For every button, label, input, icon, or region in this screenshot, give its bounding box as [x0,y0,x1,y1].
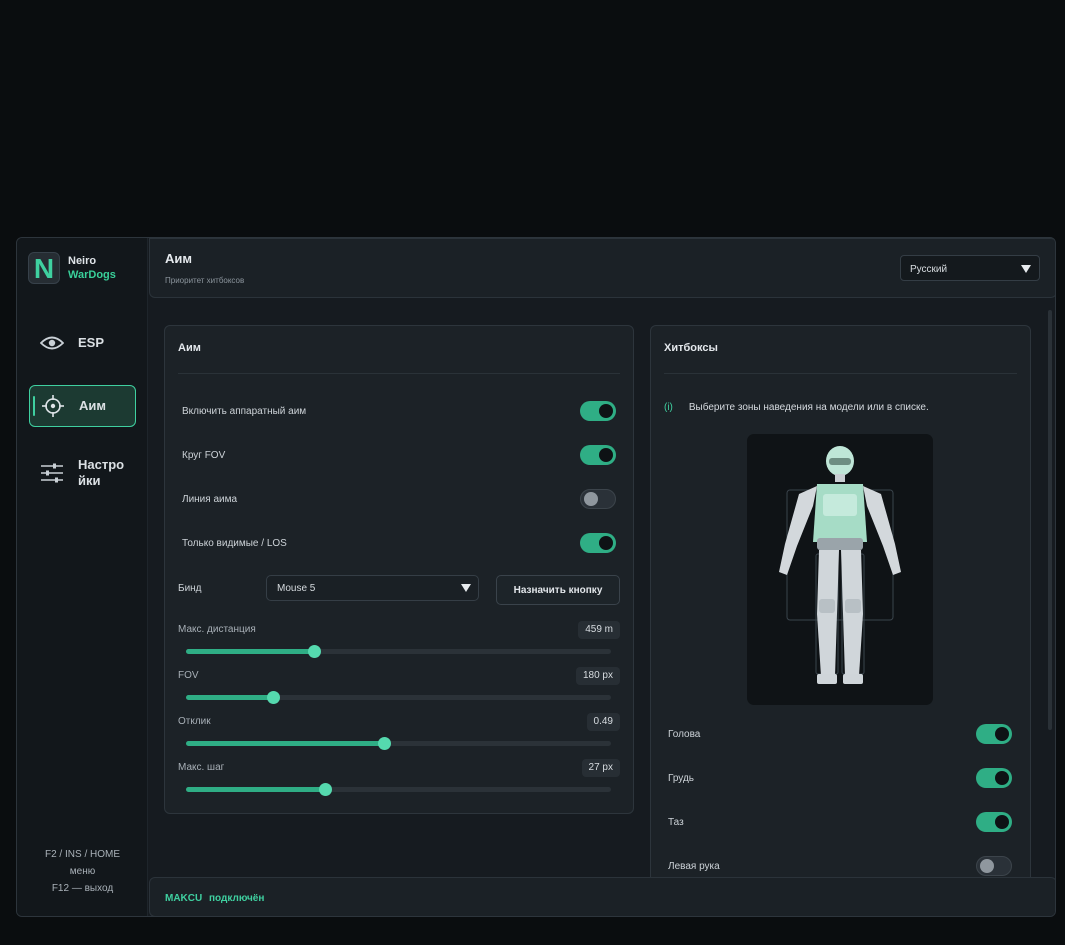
divider [178,373,620,374]
response-slider[interactable] [186,737,611,750]
slider-thumb[interactable] [267,691,281,704]
info-hint: (i) Выберите зоны наведения на модели или… [664,402,929,413]
slider-thumb[interactable] [319,783,333,796]
brand-line2: WarDogs [68,269,116,281]
divider [664,373,1017,374]
device-name: MAKCU [165,893,203,904]
info-text: Выберите зоны наведения на модели или в … [688,402,929,413]
hitbox-head-toggle[interactable] [976,724,1012,744]
sidebar-item-aim[interactable]: Аим [29,385,136,427]
slider-value: 27 px [581,759,620,777]
panel-title: Аим [178,342,201,354]
sidebar-item-label: ESP [78,335,105,350]
hotkey-hint: F12 — выход [51,883,114,894]
logo-mark: N [28,252,60,284]
sidebar-item-esp[interactable]: ESP [29,322,136,364]
slider-thumb[interactable] [307,645,321,658]
hitbox-pelvis-toggle[interactable] [976,812,1012,832]
bind-select[interactable]: Mouse 5 [266,575,479,601]
info-icon: (i) [664,402,673,413]
fov-slider[interactable] [186,691,611,704]
slider-label: FOV [178,670,199,681]
page-subtitle: Приоритет хитбоксов [165,276,245,285]
slider-value: 459 m [578,621,620,639]
header: Аим Приоритет хитбоксов Русский [149,238,1055,298]
scrollbar[interactable] [1048,310,1052,730]
sidebar: N Neiro WarDogs ESP Аим Настро йки F2 / … [17,238,148,916]
visible-only-toggle[interactable] [580,533,616,553]
hotkey-hints: F2 / INS / HOME меню F12 — выход [17,846,148,897]
hitbox-left-arm-toggle[interactable] [976,856,1012,876]
aim-panel: Аим Включить аппаратный аим Круг FOV Лин… [164,325,634,814]
max-distance-slider[interactable] [186,645,611,658]
app-window: N Neiro WarDogs ESP Аим Настро йки F2 / … [16,237,1056,917]
toggle-label: Линия аима [182,494,238,505]
brand-line1: Neiro [68,255,97,267]
brand-logo: N Neiro WarDogs [28,252,116,284]
slider-label: Отклик [178,716,211,727]
hitbox-panel: Хитбоксы (i) Выберите зоны наведения на м… [650,325,1031,885]
hitbox-label: Голова [668,729,701,740]
toggle-label: Только видимые / LOS [182,538,287,549]
eye-icon [40,331,64,355]
bind-value: Mouse 5 [277,583,316,594]
hitbox-label: Таз [668,817,684,828]
status-bar: MAKCU подключён [149,877,1055,916]
hotkey-hint: меню [69,866,96,877]
chevron-down-icon [1021,265,1031,273]
hitbox-model-viewer[interactable] [747,434,933,705]
sidebar-item-settings[interactable]: Настро йки [29,449,136,497]
sidebar-item-label: Настро йки [78,457,125,488]
max-step-slider[interactable] [186,783,611,796]
toggle-label: Круг FOV [182,450,226,461]
fov-circle-toggle[interactable] [580,445,616,465]
slider-value: 180 px [575,667,620,685]
hitbox-chest-toggle[interactable] [976,768,1012,788]
toggle-label: Включить аппаратный аим [182,406,307,417]
page-title: Аим [165,251,192,266]
slider-label: Макс. шаг [178,762,225,773]
soldier-model-icon [779,446,901,684]
slider-value: 0.49 [586,713,620,731]
panel-title: Хитбоксы [664,342,718,354]
hardware-aim-toggle[interactable] [580,401,616,421]
sliders-icon [40,461,64,485]
hotkey-hint: F2 / INS / HOME [44,849,120,860]
chevron-down-icon [461,584,471,592]
aim-line-toggle[interactable] [580,489,616,509]
crosshair-icon [41,394,65,418]
bind-label: Бинд [178,583,202,594]
language-select[interactable]: Русский [900,255,1040,281]
slider-label: Макс. дистанция [178,624,256,635]
connection-status: подключён [209,893,265,904]
slider-thumb[interactable] [377,737,391,750]
sidebar-item-label: Аим [79,398,106,413]
assign-key-button[interactable]: Назначить кнопку [496,575,620,605]
hitbox-label: Левая рука [668,861,720,872]
language-value: Русский [910,264,948,275]
hitbox-label: Грудь [668,773,695,784]
